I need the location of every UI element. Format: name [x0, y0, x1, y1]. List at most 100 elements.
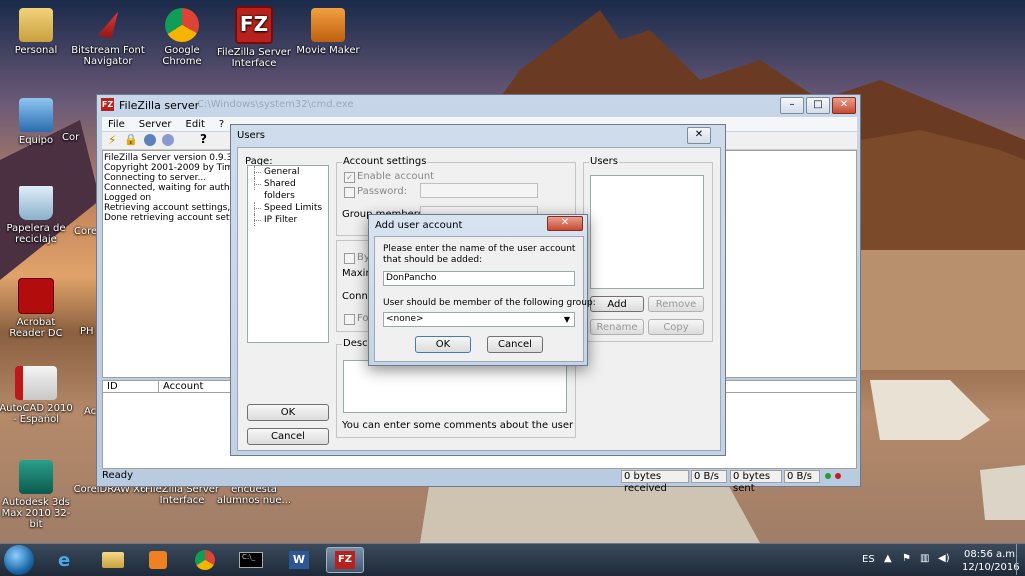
volume-icon[interactable]: ◀) [938, 553, 950, 564]
minimize-button[interactable]: – [780, 97, 804, 114]
language-indicator[interactable]: ES [862, 554, 875, 565]
network-icon[interactable]: ▥ [920, 553, 929, 564]
lock-icon[interactable]: 🔒 [124, 133, 138, 146]
enable-account-checkbox[interactable]: ✓ [344, 172, 355, 183]
desktop-icon-autocad[interactable]: AutoCAD 2010 - Español [0, 366, 74, 425]
group-select[interactable]: <none> ▼ [383, 312, 575, 327]
add-user-titlebar[interactable]: Add user account ✕ [369, 215, 587, 235]
start-button[interactable] [4, 545, 34, 575]
taskbar-ie[interactable]: e [48, 547, 86, 573]
tray-arrow-icon[interactable]: ▲ [884, 553, 892, 564]
taskbar-cmd[interactable]: C:\_ [232, 547, 270, 573]
password-field[interactable] [420, 183, 538, 198]
filezilla-icon: FZ [101, 98, 114, 111]
users-ok-button[interactable]: OK [247, 404, 329, 421]
groups-icon[interactable] [162, 134, 174, 146]
add-button[interactable]: Add [590, 296, 644, 312]
taskbar-chrome[interactable] [186, 547, 224, 573]
help-icon[interactable]: ? [200, 132, 207, 146]
autocad-icon [15, 366, 57, 400]
group-prompt: User should be member of the following g… [383, 298, 596, 308]
show-desktop-button[interactable] [1016, 544, 1025, 575]
connect-icon[interactable]: ⚡ [108, 133, 116, 147]
ie-icon: e [58, 550, 71, 571]
description-textarea[interactable] [343, 360, 567, 413]
moviemaker-icon [311, 8, 345, 42]
users-icon[interactable] [144, 134, 156, 146]
description-hint: You can enter some comments about the us… [342, 420, 574, 431]
taskbar-word[interactable]: W [280, 547, 318, 573]
account-name-input[interactable]: DonPancho [383, 271, 575, 286]
desktop-icon-filezilla-interface[interactable]: FZ FileZilla Server Interface [216, 6, 292, 69]
bypass-checkbox[interactable] [344, 253, 355, 264]
desktop-icon-personal[interactable]: Personal [0, 8, 74, 56]
chrome-icon [195, 550, 215, 570]
users-close-button[interactable]: ✕ [687, 127, 711, 144]
add-user-prompt: Please enter the name of the user accoun… [383, 244, 576, 265]
menu-help[interactable]: ? [219, 119, 224, 130]
desktop-icon-chrome[interactable]: Google Chrome [144, 8, 220, 67]
menu-edit[interactable]: Edit [186, 119, 205, 130]
menu-server[interactable]: Server [139, 119, 172, 130]
window-title-ghost: C:\Windows\system32\cmd.exe [197, 99, 354, 110]
account-name-value: DonPancho [386, 273, 437, 283]
status-ready: Ready [102, 470, 134, 481]
copy-button[interactable]: Copy [648, 319, 704, 335]
recycle-bin-icon [19, 186, 53, 220]
tree-item-shared-folders[interactable]: Shared folders [248, 178, 328, 202]
filezilla-icon: FZ [235, 6, 273, 44]
taskbar: e C:\_ W FZ ES ▲ ⚑ ▥ ◀) 08:56 a.m. 12/10… [0, 543, 1025, 576]
desktop-icon-3ds[interactable]: Autodesk 3ds Max 2010 32-bit [0, 460, 74, 530]
status-sent: 0 bytes sent [730, 470, 782, 494]
tree-item-ip-filter[interactable]: IP Filter [248, 214, 328, 226]
statusbar: Ready 0 bytes received 0 B/s 0 bytes sen… [102, 470, 857, 494]
users-group-label: Users [589, 156, 620, 167]
flag-icon[interactable]: ⚑ [902, 553, 911, 564]
folder-icon [19, 8, 53, 42]
tree-item-general[interactable]: General [248, 166, 328, 178]
taskbar-media[interactable] [140, 547, 178, 573]
window-title: FileZilla server [119, 99, 200, 112]
enable-account-label: Enable account [357, 171, 435, 182]
add-user-cancel-button[interactable]: Cancel [487, 336, 543, 353]
add-user-title: Add user account [375, 220, 463, 231]
close-button[interactable]: ✕ [832, 97, 856, 114]
acrobat-icon [18, 278, 54, 314]
caption-buttons: – □ ✕ [780, 97, 856, 114]
status-light-red-icon [835, 473, 841, 479]
computer-icon [19, 98, 53, 132]
maximize-button[interactable]: □ [806, 97, 830, 114]
page-tree[interactable]: General Shared folders Speed Limits IP F… [247, 165, 329, 343]
column-account[interactable]: Account [163, 381, 203, 392]
column-id[interactable]: ID [107, 381, 118, 392]
word-icon: W [289, 551, 309, 569]
folder-icon [102, 552, 124, 568]
users-listbox[interactable] [590, 175, 704, 289]
media-player-icon [149, 551, 167, 569]
tree-item-speed-limits[interactable]: Speed Limits [248, 202, 328, 214]
clock-time[interactable]: 08:56 a.m. [964, 549, 1018, 560]
cmd-icon: C:\_ [239, 552, 263, 568]
desktop-icon-moviemaker[interactable]: Movie Maker [290, 8, 366, 56]
force-checkbox[interactable] [344, 314, 355, 325]
desktop-icon-encuesta[interactable]: encuesta alumnos nue... [216, 484, 292, 506]
taskbar-explorer[interactable] [94, 547, 132, 573]
password-checkbox[interactable] [344, 187, 355, 198]
clock-date[interactable]: 12/10/2016 [962, 562, 1020, 573]
titlebar[interactable]: FZ FileZilla server C:\Windows\system32\… [97, 95, 860, 115]
desktop-icon-acrobat[interactable]: Acrobat Reader DC [0, 278, 74, 339]
remove-button[interactable]: Remove [648, 296, 704, 312]
menu-file[interactable]: File [108, 119, 125, 130]
add-user-close-button[interactable]: ✕ [547, 216, 583, 231]
rename-button[interactable]: Rename [590, 319, 644, 335]
group-select-value: <none> [386, 314, 424, 324]
users-cancel-button[interactable]: Cancel [247, 428, 329, 445]
taskbar-filezilla[interactable]: FZ [326, 547, 364, 573]
desktop-icon-bitstream[interactable]: Bitstream Font Navigator [70, 8, 146, 67]
users-titlebar[interactable]: Users ✕ [231, 125, 725, 145]
desktop-icon-partial-cor[interactable]: Cor [62, 132, 92, 143]
desktop-icon-papelera[interactable]: Papelera de reciclaje [0, 186, 74, 245]
add-user-ok-button[interactable]: OK [415, 336, 471, 353]
desktop-icon-filezilla-bottom[interactable]: FileZilla Server Interface [144, 484, 220, 506]
bitstream-icon [97, 11, 119, 39]
